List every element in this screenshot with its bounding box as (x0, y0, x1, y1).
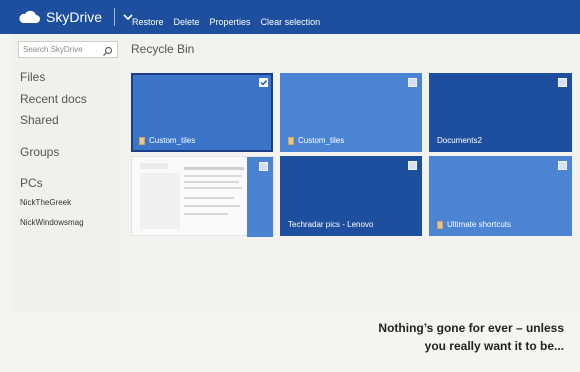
tile-document-preview[interactable] (131, 156, 274, 237)
page-title: Recycle Bin (131, 42, 195, 56)
sidebar-item-shared[interactable]: Shared (20, 113, 59, 127)
sidebar-item-files[interactable]: Files (20, 70, 45, 84)
delete-button[interactable]: Delete (174, 17, 200, 27)
tile-label: Custom_tiles (139, 136, 195, 145)
tile-name: Documents2 (437, 136, 482, 145)
checkbox-icon[interactable] (558, 161, 567, 170)
tile-custom-tiles-selected[interactable]: Custom_tiles (131, 73, 273, 152)
brand[interactable]: SkyDrive (18, 8, 135, 26)
preview-line (184, 187, 242, 189)
preview-line (184, 181, 239, 183)
tile-label: Ultimate shortcuts (437, 220, 511, 229)
sidebar-item-pc-nickwindowsmag[interactable]: NickWindowsmag (20, 218, 84, 227)
checkbox-icon[interactable] (558, 78, 567, 87)
brand-name: SkyDrive (46, 9, 103, 25)
caption-line-1: Nothing’s gone for ever – unless (378, 321, 564, 335)
tile-label: Custom_tiles (288, 136, 344, 145)
caption-line-2: you really want it to be... (424, 339, 564, 353)
document-icon (139, 136, 145, 145)
document-icon (437, 220, 443, 229)
tile-label: Techradar pics - Lenovo (288, 220, 373, 229)
tile-name: Custom_tiles (298, 136, 345, 145)
search-input[interactable]: Search SkyDrive (18, 41, 118, 58)
tile-custom-tiles[interactable]: Custom_tiles (280, 73, 422, 152)
preview-block (140, 173, 180, 229)
checkbox-icon[interactable] (408, 161, 417, 170)
tile-label: Documents2 (437, 136, 482, 145)
sidebar-item-pcs[interactable]: PCs (20, 176, 43, 190)
tile-name: Ultimate shortcuts (447, 220, 512, 229)
search-placeholder: Search SkyDrive (23, 45, 83, 54)
image-caption: Nothing’s gone for ever – unless you rea… (304, 319, 564, 355)
properties-button[interactable]: Properties (210, 17, 251, 27)
tile-ultimate-shortcuts[interactable]: Ultimate shortcuts (429, 156, 572, 236)
restore-button[interactable]: Restore (132, 17, 164, 27)
tile-name: Custom_tiles (149, 136, 196, 145)
checked-checkbox-icon[interactable] (259, 78, 268, 87)
checkbox-icon[interactable] (408, 78, 417, 87)
command-bar: Restore Delete Properties Clear selectio… (132, 17, 320, 27)
tile-name: Techradar pics - Lenovo (288, 220, 374, 229)
preview-line (140, 163, 168, 169)
checkbox-icon[interactable] (259, 162, 268, 171)
top-bar: SkyDrive Restore Delete Properties Clear… (0, 0, 580, 34)
tile-techradar-pics-lenovo[interactable]: Techradar pics - Lenovo (280, 156, 422, 236)
preview-line (184, 205, 240, 207)
search-icon[interactable] (102, 44, 113, 56)
sidebar-item-pc-nickthegreek[interactable]: NickTheGreek (20, 198, 71, 207)
brand-divider (114, 8, 116, 26)
preview-line (184, 197, 234, 199)
skydrive-cloud-icon (18, 10, 40, 24)
clear-selection-button[interactable]: Clear selection (261, 17, 321, 27)
tile-documents2[interactable]: Documents2 (429, 73, 572, 152)
sidebar: Search SkyDrive Files Recent docs Shared… (12, 34, 120, 312)
preview-line (184, 213, 228, 215)
sidebar-item-recent-docs[interactable]: Recent docs (20, 92, 87, 106)
sidebar-item-groups[interactable]: Groups (20, 145, 59, 159)
document-icon (288, 136, 294, 145)
preview-line (184, 167, 244, 170)
preview-line (184, 175, 242, 177)
